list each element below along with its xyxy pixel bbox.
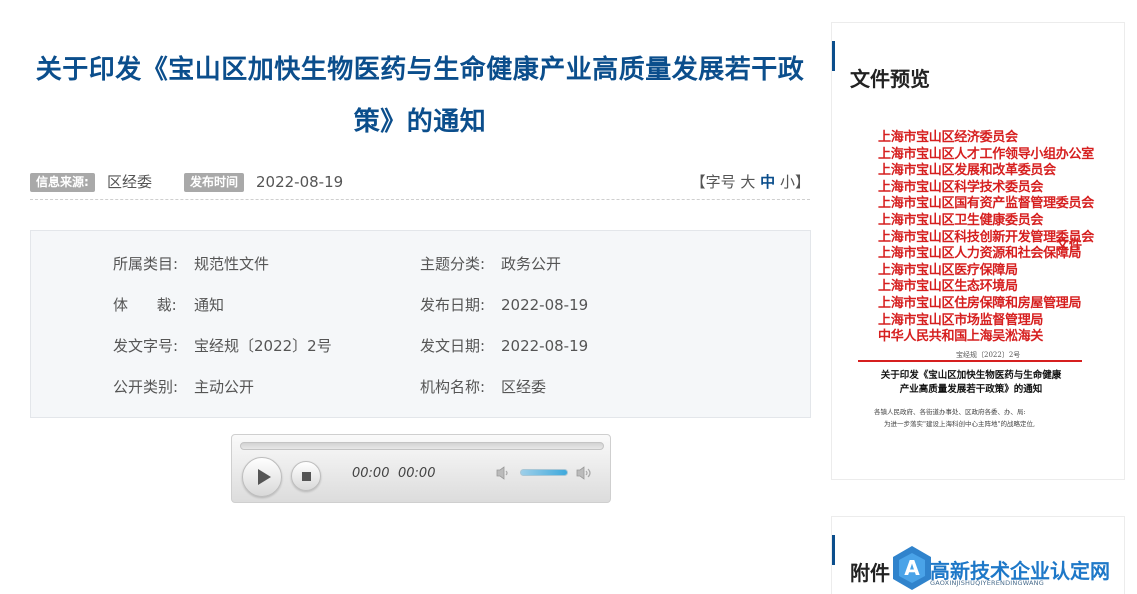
source-value: 区经委 [107,173,153,191]
file-preview-heading: 文件预览 [850,67,930,91]
duration-time: 00:00 [398,466,436,481]
publish-date-label: 发布日期: [420,296,486,314]
issue-date-label: 发文日期: [420,337,486,355]
source-badge: 信息来源: [30,173,95,192]
watermark-subtext: GAOXINJISHUQIYERENDINGWANG [930,579,1044,587]
issuer-line: 上海市宝山区经济委员会 [878,130,1018,145]
doc-number-label: 发文字号: [113,337,179,355]
document-title-line-2: 产业高质量发展若干政策》的通知 [899,384,1043,395]
red-divider-line [858,360,1082,362]
svg-text:A: A [904,556,920,580]
issuer-line: 上海市宝山区医疗保障局 [878,262,1018,278]
font-size-small-button[interactable]: 小 [780,173,795,191]
font-size-close-bracket: 】 [794,173,810,191]
document-title-line-1: 关于印发《宝山区加快生物医药与生命健康 [880,370,1062,381]
preview-accent-bar [832,41,835,71]
document-preview-image[interactable]: 上海市宝山区经济委员会 上海市宝山区人才工作领导小组办公室 上海市宝山区发展和改革委… [846,120,1096,466]
disclosure-value: 主动公开 [194,378,255,396]
volume-max-icon[interactable] [575,465,593,481]
issue-date-value: 2022-08-19 [501,337,589,355]
attachment-heading: 附件 [850,561,890,585]
page-title-line-1: 关于印发《宝山区加快生物医药与生命健康产业高质量发展若干政 [35,55,805,85]
document-body-line-2: 为进一步落实"建设上海科创中心主阵地"的战略定位, [884,420,1036,428]
article-meta-bar: 信息来源: 区经委 发布时间 2022-08-19 【字号 大 中 小】 [30,168,810,200]
issuer-line: 上海市宝山区住房保障和房屋管理局 [878,295,1082,311]
font-size-switcher: 【字号 大 中 小】 [691,171,810,193]
audio-progress-bar[interactable] [240,442,604,450]
play-button[interactable] [242,457,282,497]
document-body-line-1: 各镇人民政府、各街道办事处、区政府各委、办、局: [874,408,1026,416]
volume-slider[interactable] [520,469,568,476]
document-title: 关于印发《宝山区加快生物医药与生命健康 产业高质量发展若干政策》的通知 [866,369,1076,397]
organization-label: 机构名称: [420,378,486,396]
issuer-line: 上海市宝山区人才工作领导小组办公室 [878,146,1094,162]
category-label: 所属类目: [113,255,179,273]
topic-label: 主题分类: [420,255,486,273]
font-size-medium-button[interactable]: 中 [760,173,775,191]
organization-value: 区经委 [501,378,547,396]
watermark-logo-icon: A [893,546,931,590]
document-number: 宝经规〔2022〕2号 [956,351,1021,359]
issuer-line: 上海市宝山区卫生健康委员会 [878,212,1044,228]
mute-icon[interactable] [495,465,513,481]
publish-date-value: 2022-08-19 [501,296,589,314]
page-title-line-2: 策》的通知 [353,107,487,137]
genre-label: 体 裁: [113,296,177,314]
issuer-line: 上海市宝山区市场监督管理局 [878,312,1044,328]
site-watermark: A 高新技术企业认定网 GAOXINJISHUQIYERENDINGWANG [892,545,1137,594]
publish-time-badge: 发布时间 [184,173,245,192]
audio-player: 00:00 00:00 [231,434,611,503]
current-time: 00:00 [352,466,390,481]
issuer-line: 中华人民共和国上海吴淞海关 [878,329,1044,345]
font-size-large-button[interactable]: 大 [740,173,755,191]
issuer-line: 上海市宝山区科学技术委员会 [878,179,1044,195]
doc-number-value: 宝经规〔2022〕2号 [194,337,332,355]
genre-value: 通知 [194,296,225,314]
document-info-panel: 所属类目: 规范性文件 主题分类: 政务公开 体 裁: 通知 发布日期: 202… [30,230,811,418]
topic-value: 政务公开 [501,255,562,273]
publish-time-value: 2022-08-19 [256,173,344,191]
font-size-open-bracket: 【字号 [690,173,736,191]
issuer-line: 上海市宝山区国有资产监督管理委员会 [878,196,1094,212]
category-value: 规范性文件 [194,255,270,273]
attachment-accent-bar [832,535,835,565]
page-title: 关于印发《宝山区加快生物医药与生命健康产业高质量发展若干政 策》的通知 [30,44,810,148]
document-word: 文件 [1056,238,1083,253]
stop-button[interactable] [291,461,321,491]
issuer-line: 上海市宝山区生态环境局 [878,279,1018,295]
disclosure-label: 公开类别: [113,378,179,396]
issuer-line: 上海市宝山区发展和改革委员会 [878,163,1056,179]
